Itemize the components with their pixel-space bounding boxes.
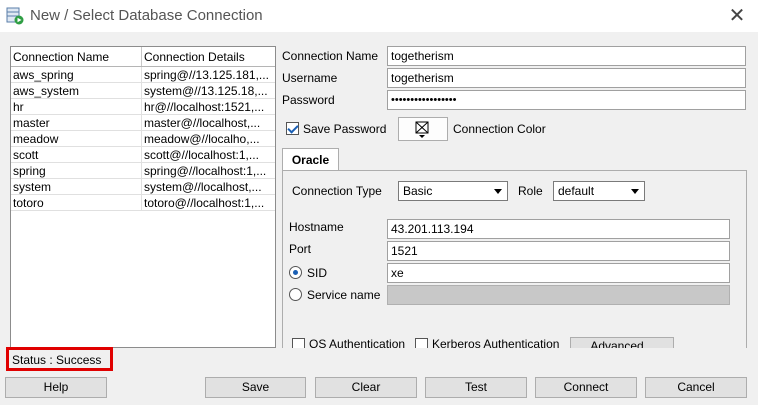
- connection-details-cell: master@//localhost,...: [144, 116, 261, 130]
- connection-name-cell: aws_spring: [11, 67, 142, 82]
- connection-details-cell: system@//localhost,...: [144, 180, 262, 194]
- window-title: New / Select Database Connection: [30, 7, 263, 24]
- role-select[interactable]: default: [553, 181, 645, 201]
- connection-details-cell: meadow@//localho,...: [144, 132, 260, 146]
- connection-name-cell: aws_system: [11, 83, 142, 98]
- connection-details-cell: spring@//13.125.181,...: [144, 68, 269, 82]
- advanced-button[interactable]: Advanced...: [570, 337, 674, 348]
- connection-row-scott[interactable]: scott scott@//localhost:1,...: [11, 147, 275, 163]
- password-field[interactable]: •••••••••••••••••: [387, 90, 746, 110]
- title-bar: New / Select Database Connection ✕: [0, 0, 758, 32]
- database-connection-icon: [6, 7, 24, 25]
- color-swatch-icon: [415, 121, 429, 138]
- connection-row-master[interactable]: master master@//localhost,...: [11, 115, 275, 131]
- save-password-label: Save Password: [303, 122, 387, 136]
- clear-button[interactable]: Clear: [315, 377, 417, 398]
- connection-color-label: Connection Color: [453, 122, 546, 136]
- column-header-connection-details[interactable]: Connection Details: [142, 47, 275, 66]
- connection-name-cell: master: [11, 115, 142, 130]
- sid-field[interactable]: [387, 263, 730, 283]
- connection-type-label: Connection Type: [292, 184, 382, 198]
- chevron-down-icon: [494, 189, 502, 194]
- connection-details-cell: system@//13.125.18,...: [144, 84, 268, 98]
- connection-name-cell: meadow: [11, 131, 142, 146]
- connection-name-field[interactable]: [387, 46, 746, 66]
- close-button[interactable]: ✕: [722, 3, 752, 29]
- connection-row-spring[interactable]: spring spring@//localhost:1,...: [11, 163, 275, 179]
- tab-oracle[interactable]: Oracle: [282, 148, 339, 171]
- username-label: Username: [282, 71, 338, 85]
- chevron-down-icon: [631, 189, 639, 194]
- save-button[interactable]: Save: [205, 377, 306, 398]
- connection-row-aws-spring[interactable]: aws_spring spring@//13.125.181,...: [11, 67, 275, 83]
- connection-name-cell: spring: [11, 163, 142, 178]
- column-header-connection-name[interactable]: Connection Name: [11, 47, 142, 66]
- port-field[interactable]: [387, 241, 730, 261]
- kerberos-authentication-checkbox[interactable]: [415, 338, 428, 348]
- port-label: Port: [289, 242, 312, 256]
- role-label: Role: [518, 184, 543, 198]
- connection-details-cell: spring@//localhost:1,...: [144, 164, 267, 178]
- connection-row-meadow[interactable]: meadow meadow@//localho,...: [11, 131, 275, 147]
- connection-name-label: Connection Name: [282, 49, 379, 63]
- connection-name-cell: system: [11, 179, 142, 194]
- connection-type-value: Basic: [403, 184, 433, 198]
- os-authentication-label: OS Authentication: [309, 337, 406, 348]
- service-name-field[interactable]: [387, 285, 730, 305]
- close-icon: ✕: [728, 5, 746, 27]
- connection-details-cell: hr@//localhost:1521,...: [144, 100, 265, 114]
- password-label: Password: [282, 93, 335, 107]
- os-authentication-checkbox[interactable]: [292, 338, 305, 348]
- hostname-label: Hostname: [289, 220, 344, 234]
- auth-options-row: OS Authentication Kerberos Authenticatio…: [283, 332, 746, 348]
- connection-color-button[interactable]: [398, 117, 448, 141]
- connect-button[interactable]: Connect: [535, 377, 637, 398]
- help-button[interactable]: Help: [5, 377, 107, 398]
- connection-name-cell: totoro: [11, 195, 142, 210]
- service-name-label: Service name: [307, 288, 381, 302]
- sid-label: SID: [307, 266, 328, 280]
- connection-name-cell: scott: [11, 147, 142, 162]
- kerberos-authentication-label: Kerberos Authentication: [432, 337, 560, 348]
- connection-row-system[interactable]: system system@//localhost,...: [11, 179, 275, 195]
- connection-list-header: Connection Name Connection Details: [11, 47, 275, 67]
- connection-row-hr[interactable]: hr hr@//localhost:1521,...: [11, 99, 275, 115]
- username-field[interactable]: [387, 68, 746, 88]
- cancel-button[interactable]: Cancel: [645, 377, 747, 398]
- save-password-checkbox[interactable]: [286, 122, 299, 135]
- sid-radio[interactable]: [289, 266, 302, 279]
- service-name-radio[interactable]: [289, 288, 302, 301]
- connection-list[interactable]: Connection Name Connection Details aws_s…: [10, 46, 276, 348]
- test-button[interactable]: Test: [425, 377, 527, 398]
- connection-details-cell: scott@//localhost:1,...: [144, 148, 259, 162]
- connection-name-cell: hr: [11, 99, 142, 114]
- connection-row-totoro[interactable]: totoro totoro@//localhost:1,...: [11, 195, 275, 211]
- role-value: default: [558, 184, 595, 198]
- status-badge: Status : Success: [6, 347, 113, 371]
- connection-type-select[interactable]: Basic: [398, 181, 508, 201]
- hostname-field[interactable]: [387, 219, 730, 239]
- connection-details-cell: totoro@//localhost:1,...: [144, 196, 265, 210]
- connection-row-aws-system[interactable]: aws_system system@//13.125.18,...: [11, 83, 275, 99]
